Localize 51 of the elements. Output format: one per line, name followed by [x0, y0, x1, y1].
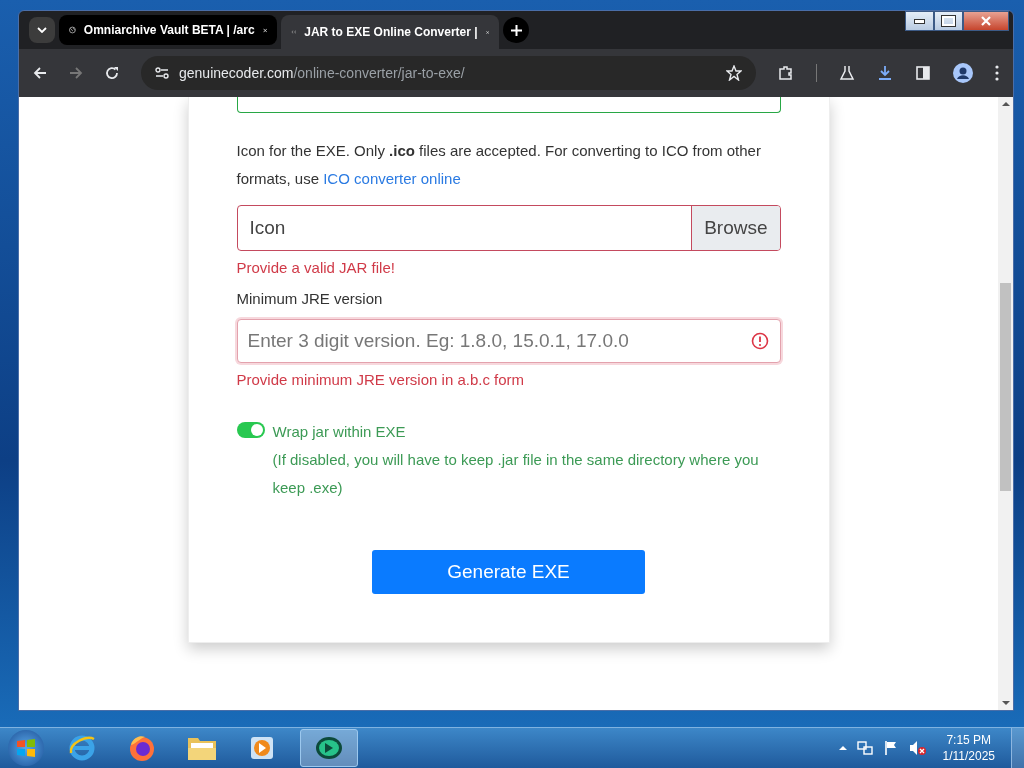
generate-exe-button[interactable]: Generate EXE — [372, 550, 645, 594]
side-panel-icon[interactable] — [915, 65, 931, 81]
scrollbar-thumb[interactable] — [1000, 283, 1011, 491]
error-message: Provide a valid JAR file! — [236, 259, 396, 276]
browse-button[interactable]: Browse — [691, 206, 780, 250]
chevron-down-icon[interactable] — [37, 27, 47, 33]
ico-converter-link[interactable]: ICO converter online — [323, 170, 461, 187]
forward-icon[interactable] — [69, 66, 83, 80]
minimize-button[interactable] — [905, 11, 934, 31]
profile-avatar-icon[interactable] — [953, 63, 973, 83]
close-icon[interactable] — [980, 16, 992, 26]
scroll-up-icon[interactable] — [1001, 101, 1010, 107]
wrap-jar-toggle[interactable] — [236, 422, 265, 438]
reload-icon[interactable] — [105, 66, 119, 80]
scroll-down-icon[interactable] — [1001, 700, 1010, 706]
site-icon — [291, 27, 297, 37]
site-settings-icon[interactable] — [155, 67, 169, 79]
new-tab-button[interactable] — [503, 17, 529, 43]
close-button[interactable] — [963, 11, 1009, 31]
download-icon[interactable] — [877, 65, 893, 81]
url-field[interactable] — [236, 97, 781, 113]
network-icon[interactable] — [856, 740, 873, 756]
back-icon[interactable] — [33, 66, 47, 80]
show-hidden-icons-icon[interactable] — [838, 745, 847, 751]
icon-help-text: Icon for the EXE. Only .ico files are accepted. For converting to ICO from other formats, use ICO converter online — [236, 141, 762, 189]
globe-icon — [69, 23, 76, 37]
windows-logo-icon[interactable] — [15, 737, 37, 759]
plus-icon[interactable] — [510, 24, 522, 36]
toggle-note: (If disabled, you will have to keep .jar file in the same directory where you keep .exe) — [272, 450, 760, 498]
clock[interactable]: 7:15 PM 1/11/2025 — [936, 732, 1001, 764]
maximize-button[interactable] — [934, 11, 963, 31]
field-label: Minimum JRE version — [236, 290, 384, 307]
browser-tab[interactable]: JAR to EXE Online Converter | — [281, 15, 499, 49]
icon-file-field[interactable]: Icon — [237, 206, 692, 250]
flag-icon[interactable] — [882, 740, 899, 756]
bookmark-star-icon[interactable] — [726, 65, 742, 81]
tab-search-button[interactable] — [29, 17, 55, 43]
start-button[interactable] — [8, 730, 44, 766]
close-tab-icon[interactable] — [262, 25, 267, 35]
browser-tab[interactable]: Omniarchive Vault BETA | /arc — [59, 15, 277, 45]
menu-icon[interactable] — [995, 65, 999, 81]
flask-icon[interactable] — [839, 65, 855, 81]
jre-version-field[interactable]: Enter 3 digit version. Eg: 1.8.0, 15.0.1, 17.0.0 — [236, 319, 781, 363]
error-icon — [750, 332, 769, 350]
puzzle-icon[interactable] — [778, 65, 794, 81]
address-bar[interactable]: genuinecoder.com/online-converter/jar-to-exe/ — [141, 56, 756, 90]
url-text: genuinecoder.com/online-converter/jar-to-exe/ — [179, 65, 466, 81]
error-message: Provide minimum JRE version in a.b.c form — [236, 371, 526, 388]
muted-speaker-icon[interactable] — [908, 740, 927, 756]
toggle-label: Wrap jar within EXE — [272, 422, 407, 442]
chat-app-icon[interactable] — [300, 729, 358, 767]
